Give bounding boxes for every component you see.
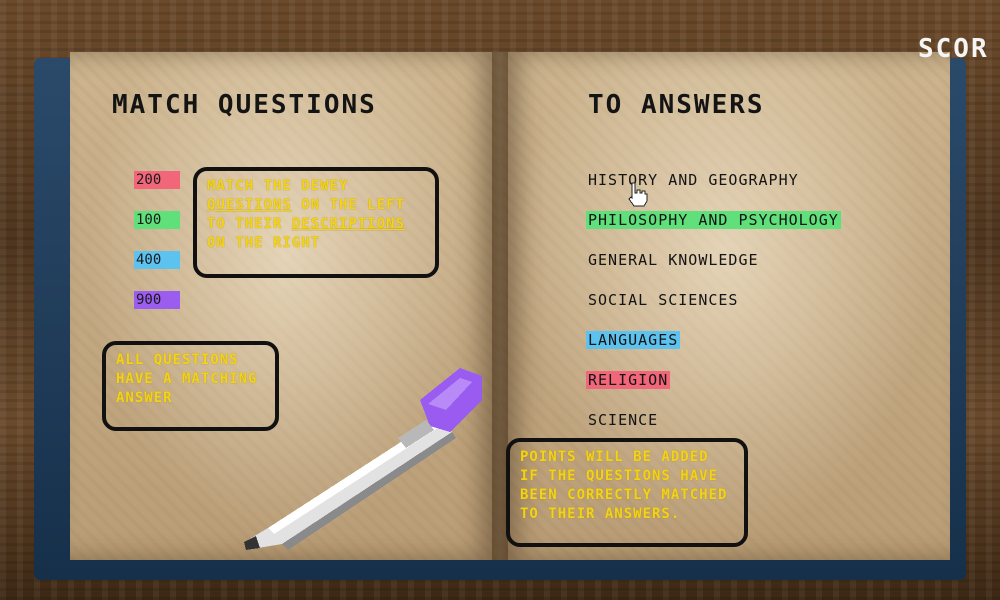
instructions-text-questions: QUESTIONS — [207, 197, 292, 213]
points-note: POINTS WILL BE ADDED IF THE QUESTIONS HA… — [506, 438, 748, 547]
instructions-text-descriptions: DESCRIPTIONS — [291, 216, 406, 232]
right-page-heading: TO ANSWERS — [588, 90, 765, 120]
answer-label: RELIGION — [586, 371, 671, 389]
answer-item-7[interactable]: SCIENCE — [586, 410, 660, 430]
purple-pen-icon[interactable] — [238, 360, 488, 550]
instructions-note: MATCH THE DEWEY QUESTIONS ON THE LEFT TO… — [193, 167, 439, 278]
answer-item-2[interactable]: PHILOSOPHY AND PSYCHOLOGY — [586, 210, 841, 230]
answer-label: SCIENCE — [588, 411, 659, 429]
hand-pointer-icon — [628, 182, 648, 207]
left-page-heading: MATCH QUESTIONS — [112, 90, 377, 120]
instructions-text-1: MATCH THE DEWEY — [207, 178, 349, 194]
answer-item-3[interactable]: GENERAL KNOWLEDGE — [586, 250, 761, 270]
question-tag-400[interactable]: 400 — [134, 251, 180, 269]
answer-label: PHILOSOPHY AND PSYCHOLOGY — [586, 211, 841, 229]
question-tag-900[interactable]: 900 — [134, 291, 180, 309]
answer-label: GENERAL KNOWLEDGE — [588, 251, 759, 269]
answer-label: SOCIAL SCIENCES — [588, 291, 739, 309]
instructions-text-3: ON THE RIGHT — [207, 235, 321, 251]
answer-item-5[interactable]: LANGUAGES — [586, 330, 681, 350]
question-tag-100[interactable]: 100 — [134, 211, 180, 229]
question-tag-200[interactable]: 200 — [134, 171, 180, 189]
score-label: SCOR — [918, 34, 989, 64]
answer-item-6[interactable]: RELIGION — [586, 370, 671, 390]
answer-label: HISTORY AND GEOGRAPHY — [588, 171, 799, 189]
answer-item-1[interactable]: HISTORY AND GEOGRAPHY — [586, 170, 801, 190]
answer-label: LANGUAGES — [586, 331, 681, 349]
answer-item-4[interactable]: SOCIAL SCIENCES — [586, 290, 740, 310]
